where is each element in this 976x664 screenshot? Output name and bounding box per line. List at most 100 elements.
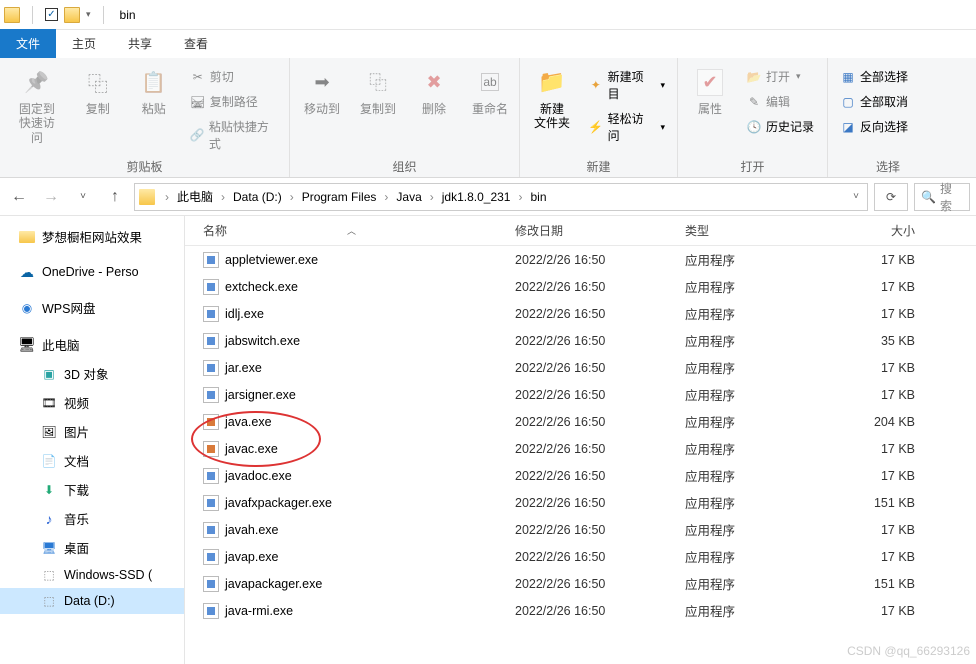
copy-icon <box>362 66 394 98</box>
column-date[interactable]: 修改日期 <box>515 222 685 239</box>
nav-forward-button[interactable]: → <box>38 184 64 210</box>
nav-item-documents[interactable]: 文档 <box>0 446 184 475</box>
rename-button[interactable]: 重命名 <box>466 62 514 120</box>
watermark: CSDN @qq_66293126 <box>847 644 970 658</box>
nav-recent-dropdown[interactable]: ˅ <box>70 184 96 210</box>
nav-item-this-pc[interactable]: 此电脑 <box>0 330 184 359</box>
sort-asc-icon: ︿ <box>347 224 356 237</box>
file-row[interactable]: java.exe2022/2/26 16:50应用程序204 KB <box>185 408 976 435</box>
address-bar[interactable]: › 此电脑 › Data (D:) › Program Files › Java… <box>134 183 868 211</box>
file-size: 151 KB <box>845 496 925 510</box>
chevron-down-icon[interactable]: ˅ <box>853 191 863 202</box>
file-icon <box>203 306 219 322</box>
history-button[interactable]: 历史记录 <box>742 116 818 137</box>
file-row[interactable]: jar.exe2022/2/26 16:50应用程序17 KB <box>185 354 976 381</box>
file-row[interactable]: javapackager.exe2022/2/26 16:50应用程序151 K… <box>185 570 976 597</box>
paste-shortcut-button[interactable]: 粘贴快捷方式 <box>186 116 281 154</box>
nav-item-videos[interactable]: 视频 <box>0 388 184 417</box>
nav-item-onedrive[interactable]: OneDrive - Perso <box>0 259 184 285</box>
column-type[interactable]: 类型 <box>685 222 845 239</box>
column-size[interactable]: 大小 <box>845 222 925 239</box>
file-row[interactable]: javafxpackager.exe2022/2/26 16:50应用程序151… <box>185 489 976 516</box>
select-all-button[interactable]: 全部选择 <box>836 66 912 87</box>
file-size: 151 KB <box>845 577 925 591</box>
breadcrumb-item[interactable]: bin <box>528 190 548 204</box>
pin-icon <box>21 66 53 98</box>
easy-access-button[interactable]: 轻松访问▾ <box>584 108 669 146</box>
breadcrumb-item[interactable]: 此电脑 <box>175 188 215 205</box>
file-row[interactable]: javac.exe2022/2/26 16:50应用程序17 KB <box>185 435 976 462</box>
chevron-right-icon[interactable]: › <box>219 190 227 204</box>
edit-button[interactable]: 编辑 <box>742 91 818 112</box>
folder-icon <box>536 66 568 98</box>
open-button[interactable]: 打开▾ <box>742 66 818 87</box>
tab-view[interactable]: 查看 <box>168 29 224 58</box>
image-icon <box>40 424 58 440</box>
nav-item-pictures[interactable]: 图片 <box>0 417 184 446</box>
select-invert-button[interactable]: 反向选择 <box>836 116 912 137</box>
file-size: 17 KB <box>845 361 925 375</box>
search-input[interactable]: 🔍 搜索 <box>914 183 970 211</box>
file-date: 2022/2/26 16:50 <box>515 496 685 510</box>
move-to-button[interactable]: 移动到 <box>298 62 346 120</box>
chevron-right-icon[interactable]: › <box>428 190 436 204</box>
file-name: idlj.exe <box>225 307 264 321</box>
file-row[interactable]: javap.exe2022/2/26 16:50应用程序17 KB <box>185 543 976 570</box>
tab-home[interactable]: 主页 <box>56 29 112 58</box>
nav-item-desktop[interactable]: 桌面 <box>0 533 184 562</box>
nav-item-winssd[interactable]: Windows-SSD ( <box>0 562 184 588</box>
drive-icon <box>40 593 58 609</box>
nav-item-wps[interactable]: WPS网盘 <box>0 293 184 322</box>
chevron-right-icon[interactable]: › <box>163 190 171 204</box>
file-row[interactable]: extcheck.exe2022/2/26 16:50应用程序17 KB <box>185 273 976 300</box>
nav-item-3d[interactable]: 3D 对象 <box>0 359 184 388</box>
cube-icon <box>40 366 58 382</box>
file-type: 应用程序 <box>685 250 845 269</box>
file-row[interactable]: jabswitch.exe2022/2/26 16:50应用程序35 KB <box>185 327 976 354</box>
nav-item-data-d[interactable]: Data (D:) <box>0 588 184 614</box>
file-row[interactable]: jarsigner.exe2022/2/26 16:50应用程序17 KB <box>185 381 976 408</box>
file-icon <box>203 603 219 619</box>
file-row[interactable]: java-rmi.exe2022/2/26 16:50应用程序17 KB <box>185 597 976 624</box>
breadcrumb-item[interactable]: Data (D:) <box>231 190 284 204</box>
breadcrumb-item[interactable]: jdk1.8.0_231 <box>440 190 513 204</box>
file-row[interactable]: javadoc.exe2022/2/26 16:50应用程序17 KB <box>185 462 976 489</box>
copy-to-button[interactable]: 复制到 <box>354 62 402 120</box>
window-title: bin <box>114 8 136 22</box>
new-folder-button[interactable]: 新建 文件夹 <box>528 62 576 135</box>
file-name: jabswitch.exe <box>225 334 300 348</box>
file-row[interactable]: idlj.exe2022/2/26 16:50应用程序17 KB <box>185 300 976 327</box>
ribbon-group-clipboard: 固定到 快速访问 复制 粘贴 剪切 复制路径 粘贴快捷方式 剪贴板 <box>0 58 290 177</box>
nav-item-downloads[interactable]: 下载 <box>0 475 184 504</box>
group-label: 打开 <box>686 156 819 175</box>
cut-button[interactable]: 剪切 <box>186 66 281 87</box>
pin-quickaccess-button[interactable]: 固定到 快速访问 <box>8 62 66 149</box>
qat-dropdown-icon[interactable]: ▾ <box>86 9 91 20</box>
paste-button[interactable]: 粘贴 <box>130 62 178 120</box>
file-icon <box>203 360 219 376</box>
copy-path-button[interactable]: 复制路径 <box>186 91 281 112</box>
chevron-right-icon[interactable]: › <box>288 190 296 204</box>
properties-button[interactable]: 属性 <box>686 62 734 120</box>
nav-back-button[interactable]: ← <box>6 184 32 210</box>
breadcrumb-item[interactable]: Java <box>394 190 423 204</box>
delete-button[interactable]: 删除 <box>410 62 458 120</box>
nav-item-folder[interactable]: 梦想橱柜网站效果 <box>0 222 184 251</box>
column-name[interactable]: 名称︿ <box>185 222 515 239</box>
file-name: java-rmi.exe <box>225 604 293 618</box>
new-item-button[interactable]: 新建项目▾ <box>584 66 669 104</box>
nav-up-button[interactable]: ↑ <box>102 184 128 210</box>
chevron-right-icon[interactable]: › <box>382 190 390 204</box>
refresh-button[interactable]: ⟳ <box>874 183 908 211</box>
breadcrumb-item[interactable]: Program Files <box>300 190 379 204</box>
file-row[interactable]: appletviewer.exe2022/2/26 16:50应用程序17 KB <box>185 246 976 273</box>
tab-file[interactable]: 文件 <box>0 29 56 58</box>
nav-item-music[interactable]: 音乐 <box>0 504 184 533</box>
chevron-right-icon[interactable]: › <box>516 190 524 204</box>
tab-share[interactable]: 共享 <box>112 29 168 58</box>
file-row[interactable]: javah.exe2022/2/26 16:50应用程序17 KB <box>185 516 976 543</box>
scissors-icon <box>190 69 206 85</box>
select-none-button[interactable]: 全部取消 <box>836 91 912 112</box>
qat-checkbox[interactable]: ✓ <box>45 8 58 21</box>
copy-button[interactable]: 复制 <box>74 62 122 120</box>
